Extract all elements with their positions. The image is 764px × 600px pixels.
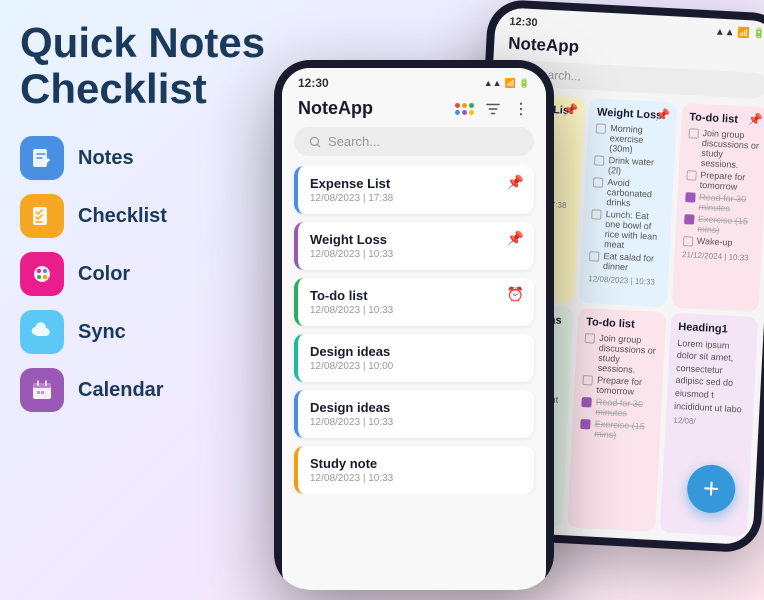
checklist-label: Checklist [78, 205, 167, 228]
sync-label: Sync [78, 321, 126, 344]
note-design2-date: 12/08/2023 | 10:33 [310, 417, 522, 428]
phones-container: 12:30 ▲▲ 📶 🔋 NoteApp 🔍 Search... 📌 Expen… [244, 0, 764, 600]
weightloss-pin-icon: 📌 [655, 107, 671, 122]
back-card-todo1[interactable]: 📌 To-do list Join group discussions or s… [671, 103, 764, 312]
feature-checklist: Checklist [20, 194, 280, 238]
notes-pencil-icon [30, 146, 54, 170]
note-expense-date: 12/08/2023 | 17:38 [310, 193, 522, 204]
front-search-bar[interactable]: Search... [294, 127, 534, 156]
note-todo-date: 12/08/2023 | 10:33 [310, 305, 522, 316]
note-todo-title: To-do list [310, 288, 522, 303]
search-placeholder: Search... [328, 134, 380, 149]
feature-notes: Notes [20, 136, 280, 180]
weightloss-date: 12/08/2023 | 10:33 [588, 274, 660, 287]
battery-icon: 🔋 [519, 78, 530, 89]
front-status-icons: ▲▲ 📶 🔋 [484, 78, 530, 89]
calendar-icon [30, 378, 54, 402]
note-design2[interactable]: Design ideas 12/08/2023 | 10:33 [294, 390, 534, 438]
note-study[interactable]: Study note 12/08/2023 | 10:33 [294, 446, 534, 494]
note-design1[interactable]: Design ideas 12/08/2023 | 10:00 [294, 334, 534, 382]
left-section: Quick Notes Checklist Notes [20, 20, 280, 412]
note-design1-title: Design ideas [310, 344, 522, 359]
note-expense[interactable]: Expense List 12/08/2023 | 17:38 📌 [294, 166, 534, 214]
heading-text: Lorem ipsum dolor sit amet, consectetur … [674, 337, 749, 416]
expense-pin: 📌 [507, 174, 524, 191]
notes-label: Notes [78, 147, 134, 170]
front-app-header: NoteApp [282, 94, 546, 127]
weightloss-pin: 📌 [507, 230, 524, 247]
main-title: Quick Notes Checklist [20, 20, 280, 112]
expense-pin-icon: 📌 [563, 103, 579, 118]
todo2-title: To-do list [586, 316, 658, 332]
heading-title: Heading1 [678, 321, 750, 337]
note-weightloss[interactable]: Weight Loss 12/08/2023 | 10:33 📌 [294, 222, 534, 270]
front-notes-list: Expense List 12/08/2023 | 17:38 📌 Weight… [282, 166, 546, 494]
back-card-todo2[interactable]: To-do list Join group discussions or stu… [567, 307, 666, 532]
features-list: Notes Checklist [20, 136, 280, 412]
front-header-icons [455, 100, 530, 118]
color-icon-bg [20, 252, 64, 296]
heading-date: 12/08/ [673, 416, 745, 429]
signal-icon: ▲▲ [484, 78, 502, 88]
calendar-label: Calendar [78, 379, 164, 402]
back-signal-icons: ▲▲ 📶 🔋 [715, 26, 764, 41]
front-status-bar: 12:30 ▲▲ 📶 🔋 [282, 68, 546, 94]
front-phone-screen: 12:30 ▲▲ 📶 🔋 NoteApp [282, 68, 546, 590]
feature-color: Color [20, 252, 280, 296]
front-time: 12:30 [298, 76, 329, 90]
phone-front: 12:30 ▲▲ 📶 🔋 NoteApp [274, 60, 554, 590]
back-time: 12:30 [509, 16, 538, 29]
todo-alarm-icon: ⏰ [507, 286, 524, 303]
filter-icon[interactable] [484, 100, 502, 118]
note-expense-title: Expense List [310, 176, 522, 191]
todo1-date: 21/12/2024 | 10:33 [682, 250, 754, 263]
sync-icon-bg [20, 310, 64, 354]
back-card-weightloss[interactable]: 📌 Weight Loss: Morning exercise (30m) Dr… [579, 98, 677, 307]
notes-icon-bg [20, 136, 64, 180]
note-design2-title: Design ideas [310, 400, 522, 415]
note-weightloss-title: Weight Loss [310, 232, 522, 247]
color-palette-icon [30, 262, 54, 286]
note-design1-date: 12/08/2023 | 10:00 [310, 361, 522, 372]
more-options-icon[interactable] [512, 100, 530, 118]
note-study-date: 12/08/2023 | 10:33 [310, 473, 522, 484]
checklist-icon [30, 204, 54, 228]
calendar-icon-bg [20, 368, 64, 412]
front-app-title: NoteApp [298, 98, 373, 119]
note-study-title: Study note [310, 456, 522, 471]
feature-calendar: Calendar [20, 368, 280, 412]
search-icon [308, 135, 322, 149]
feature-sync: Sync [20, 310, 280, 354]
note-todo[interactable]: To-do list 12/08/2023 | 10:33 ⏰ [294, 278, 534, 326]
wifi-icon: 📶 [505, 78, 516, 89]
todo1-pin-icon: 📌 [747, 112, 763, 127]
note-weightloss-date: 12/08/2023 | 10:33 [310, 249, 522, 260]
cloud-sync-icon [30, 320, 54, 344]
back-app-title: NoteApp [508, 34, 580, 58]
color-label: Color [78, 263, 130, 286]
checklist-icon-bg [20, 194, 64, 238]
grid-view-icon[interactable] [455, 103, 474, 115]
